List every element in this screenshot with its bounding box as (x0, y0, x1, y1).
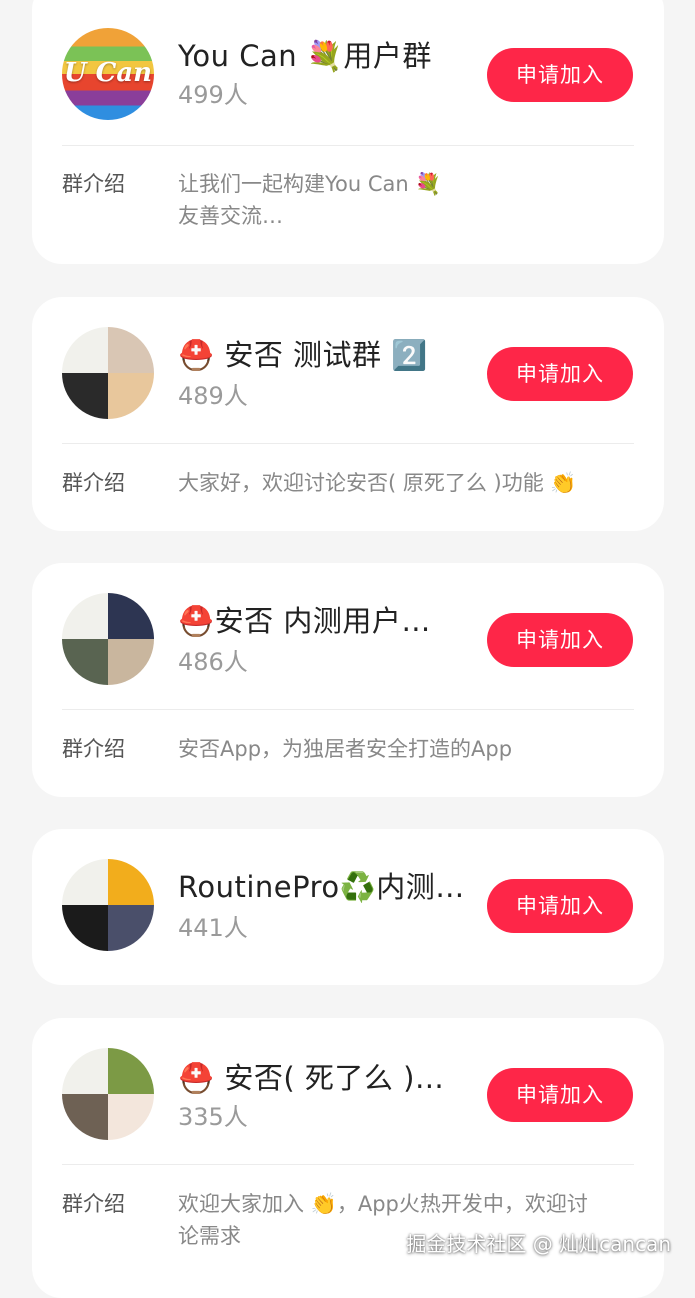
divider (62, 709, 634, 710)
intro-text: 让我们一起构建You Can 💐 友善交流… (178, 172, 442, 228)
group-title: ⛑️安否 内测用户… (178, 604, 431, 638)
join-button[interactable]: 申请加入 (487, 48, 633, 102)
member-count: 335人 (178, 1103, 248, 1131)
group-card[interactable]: ⛑️ 安否 测试群 2️⃣ 489人 申请加入 群介绍 大家好，欢迎讨论安否( … (32, 297, 664, 531)
avatar-tile (108, 639, 154, 685)
divider (62, 1164, 634, 1165)
avatar-tile (108, 1094, 154, 1140)
group-card[interactable]: U Can You Can 💐用户群 499人 申请加入 群介绍 让我们一起构建… (32, 0, 664, 264)
group-avatar (62, 593, 154, 685)
group-title: RoutinePro♻️内测… (178, 870, 465, 904)
intro-text: 安否App，为独居者安全打造的App (178, 737, 513, 761)
member-count: 441人 (178, 914, 248, 942)
intro-label: 群介绍 (62, 471, 125, 495)
group-avatar (62, 327, 154, 419)
group-avatar: U Can (62, 28, 154, 120)
avatar-tile (62, 1048, 108, 1094)
group-title: ⛑️ 安否( 死了么 )… (178, 1061, 445, 1095)
avatar-tile (62, 327, 108, 373)
group-card[interactable]: RoutinePro♻️内测… 441人 申请加入 (32, 829, 664, 985)
join-button[interactable]: 申请加入 (487, 613, 633, 667)
divider (62, 443, 634, 444)
join-button[interactable]: 申请加入 (487, 1068, 633, 1122)
group-title: You Can 💐用户群 (178, 39, 432, 73)
avatar-tile (108, 327, 154, 373)
avatar-tile (108, 1048, 154, 1094)
avatar-tile (62, 859, 108, 905)
watermark: 掘金技术社区 @ 灿灿cancan (406, 1232, 671, 1256)
group-avatar (62, 859, 154, 951)
member-count: 489人 (178, 382, 248, 410)
join-button[interactable]: 申请加入 (487, 879, 633, 933)
avatar-tile (108, 859, 154, 905)
intro-label: 群介绍 (62, 172, 125, 196)
avatar-logo-text: U Can (63, 58, 153, 88)
avatar-tile (62, 639, 108, 685)
group-card[interactable]: ⛑️安否 内测用户… 486人 申请加入 群介绍 安否App，为独居者安全打造的… (32, 563, 664, 797)
avatar-tile (62, 373, 108, 419)
intro-label: 群介绍 (62, 737, 125, 761)
member-count: 499人 (178, 81, 248, 109)
avatar-tile (62, 593, 108, 639)
group-title: ⛑️ 安否 测试群 2️⃣ (178, 338, 428, 372)
avatar-tile (62, 905, 108, 951)
intro-label: 群介绍 (62, 1192, 125, 1216)
intro-text: 大家好，欢迎讨论安否( 原死了么 )功能 👏 (178, 471, 577, 495)
group-avatar (62, 1048, 154, 1140)
avatar-tile (108, 593, 154, 639)
divider (62, 145, 634, 146)
avatar-tile (108, 905, 154, 951)
join-button[interactable]: 申请加入 (487, 347, 633, 401)
avatar-tile (108, 373, 154, 419)
member-count: 486人 (178, 648, 248, 676)
avatar-tile (62, 1094, 108, 1140)
